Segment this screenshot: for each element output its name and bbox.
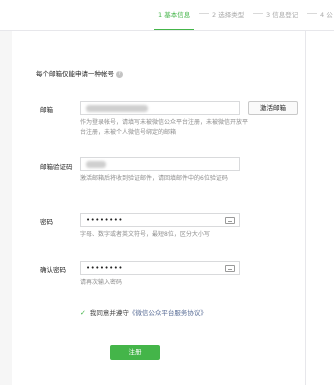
header-divider: [0, 30, 334, 31]
left-gutter: [0, 31, 12, 385]
step-basic-info: 1 基本信息: [158, 11, 191, 19]
email-notice: 每个邮箱仅能申请一种帐号?: [36, 68, 123, 78]
register-button[interactable]: 注册: [110, 345, 160, 360]
password-value: ••••••••: [86, 216, 124, 224]
email-label: 邮箱: [40, 106, 53, 114]
verify-code-input[interactable]: [80, 157, 240, 171]
checkmark-icon[interactable]: ✓: [80, 309, 86, 317]
password-input[interactable]: ••••••••: [80, 213, 240, 227]
verify-code-label: 邮箱验证码: [40, 163, 73, 171]
verify-code-value-redacted: [86, 161, 106, 168]
activate-email-button[interactable]: 激活邮箱: [248, 101, 298, 115]
agreement-row: ✓ 我同意并遵守《微信公众平台服务协议》: [80, 307, 207, 317]
password-label: 密码: [40, 218, 53, 226]
confirm-password-value: ••••••••: [86, 264, 124, 272]
password-hint: 字母、数字或者英文符号，最短8位，区分大小写: [80, 231, 210, 238]
service-agreement-link[interactable]: 《微信公众平台服务协议》: [129, 309, 207, 317]
step-separator: [253, 13, 263, 14]
email-value-redacted: [86, 105, 148, 112]
keyboard-icon[interactable]: [225, 217, 235, 224]
help-icon[interactable]: ?: [116, 70, 123, 78]
email-input[interactable]: [80, 101, 240, 115]
step-choose-type: 2 选择类型: [212, 11, 245, 19]
step-separator: [199, 13, 209, 14]
keyboard-icon[interactable]: [225, 265, 235, 272]
confirm-password-hint: 请再次输入密码: [80, 279, 123, 286]
email-notice-text: 每个邮箱仅能申请一种帐号: [36, 70, 114, 78]
step-public-info: 4 公: [320, 11, 333, 19]
step-info-registration: 3 信息登记: [266, 11, 299, 19]
verify-code-hint: 激活邮箱后将收到验证邮件，请回填邮件中的6位验证码: [80, 175, 228, 182]
right-border: [305, 31, 306, 385]
confirm-password-label: 确认密码: [40, 266, 66, 274]
agreement-prefix: 我同意并遵守: [89, 309, 129, 317]
confirm-password-input[interactable]: ••••••••: [80, 261, 240, 275]
step-progress-bar: 1 基本信息 2 选择类型 3 信息登记 4 公: [0, 0, 334, 30]
step-separator: [307, 13, 317, 14]
email-hint: 作为登录帐号，请填写未被微信公众平台注册，未被微信开放平台注册，未被个人微信号绑…: [80, 119, 249, 136]
